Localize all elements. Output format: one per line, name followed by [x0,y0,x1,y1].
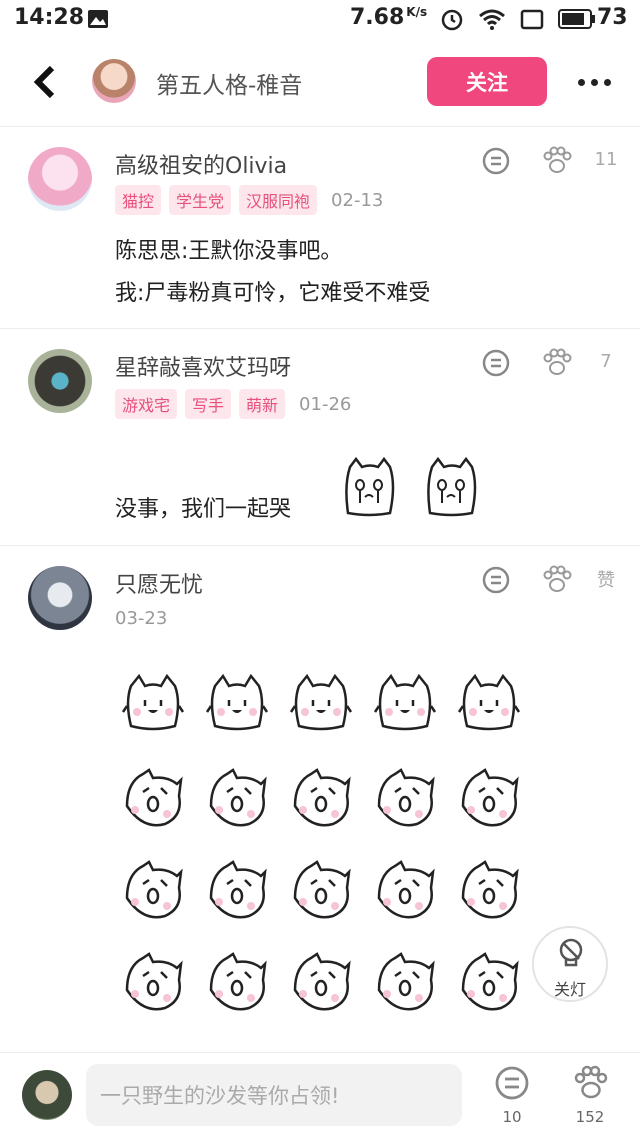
my-avatar[interactable] [22,1070,72,1120]
topic-avatar[interactable] [92,59,136,103]
comment-date: 02-13 [331,189,384,211]
paw-like-icon[interactable] [541,145,573,177]
cat-sticker [373,673,437,731]
page-title: 第五人格-稚音 [156,73,303,99]
reply-icon[interactable] [480,564,512,596]
comment-item: 高级祖安的Olivia 11 猫控 学生党 汉服同袍 02-13 陈思思:王默你… [0,127,640,327]
comment-text-line: 陈思思:王默你没事吧。 [115,239,343,264]
crying-cat-sticker [427,456,477,517]
user-tag: 汉服同袍 [239,185,318,215]
comment-item: 星辞敲喜欢艾玛呀 7 游戏宅 写手 萌新 01-26 没事，我们一起哭 [0,329,640,544]
cat-sticker [209,860,267,919]
cat-sticker [377,768,435,827]
cat-sticker [293,768,351,827]
cat-sticker [125,952,183,1011]
lights-off-button[interactable]: 关灯 [532,926,608,1002]
status-time: 14:28 [14,5,85,30]
user-tags: 03-23 [115,608,167,629]
cat-sticker [461,952,519,1011]
user-tags: 猫控 学生党 汉服同袍 02-13 [115,185,383,215]
cat-sticker [457,673,521,731]
cat-sticker [293,952,351,1011]
network-speed: 7.68 K/s [350,5,428,30]
user-tag: 猫控 [115,185,162,215]
image-notification-icon [88,10,108,28]
cat-sticker [461,768,519,827]
cat-sticker [125,768,183,827]
comment-input[interactable]: 一只野生的沙发等你占领! [86,1064,462,1126]
avatar[interactable] [28,566,92,630]
cat-sticker [293,860,351,919]
bottom-bar: 一只野生的沙发等你占领! 10 152 [0,1052,640,1139]
battery-percent: 73 [597,5,628,30]
paw-like-icon[interactable] [541,564,573,596]
wifi-icon [479,9,505,30]
reply-icon[interactable] [480,347,512,379]
cat-sticker [461,860,519,919]
user-tag: 学生党 [169,185,232,215]
cat-sticker [209,952,267,1011]
user-tag: 写手 [185,389,232,419]
username[interactable]: 高级祖安的Olivia [115,148,287,180]
cat-sticker [209,768,267,827]
user-tag: 萌新 [239,389,286,419]
comment-date: 03-23 [115,608,168,629]
avatar[interactable] [28,147,92,211]
status-bar: 14:28 7.68 K/s 73 [0,0,640,40]
cat-sticker [377,860,435,919]
reply-icon[interactable] [480,145,512,177]
follow-button[interactable]: 关注 [427,57,547,106]
user-tags: 游戏宅 写手 萌新 01-26 [115,389,351,419]
top-nav: 第五人格-稚音 关注 [0,40,640,127]
reply-count: 10 [502,1108,522,1126]
cat-sticker [377,952,435,1011]
like-count: 赞 [597,570,615,591]
username[interactable]: 只愿无忧 [115,567,203,599]
signal-icon [520,9,544,30]
cat-sticker [125,860,183,919]
like-total: 152 [575,1108,605,1126]
comment-date: 01-26 [299,393,352,415]
cat-sticker [121,673,185,731]
paw-like-icon[interactable] [541,347,573,379]
lights-off-label: 关灯 [553,980,586,999]
comment-text-line: 我:尸毒粉真可怜，它难受不难受 [115,281,431,306]
cat-sticker [205,673,269,731]
reply-icon[interactable] [494,1065,530,1101]
avatar[interactable] [28,349,92,413]
comment-text-line: 没事，我们一起哭 [115,497,292,522]
cat-sticker [289,673,353,731]
more-options-icon[interactable] [574,70,614,94]
lightbulb-icon [559,938,583,967]
battery-icon [558,9,595,29]
back-arrow-icon[interactable] [30,62,62,102]
crying-cat-sticker [345,456,395,517]
username[interactable]: 星辞敲喜欢艾玛呀 [115,350,291,382]
like-count: 11 [594,149,618,170]
user-tag: 游戏宅 [115,389,178,419]
alarm-icon [441,9,463,31]
like-count: 7 [600,351,612,372]
paw-like-icon[interactable] [572,1065,610,1101]
